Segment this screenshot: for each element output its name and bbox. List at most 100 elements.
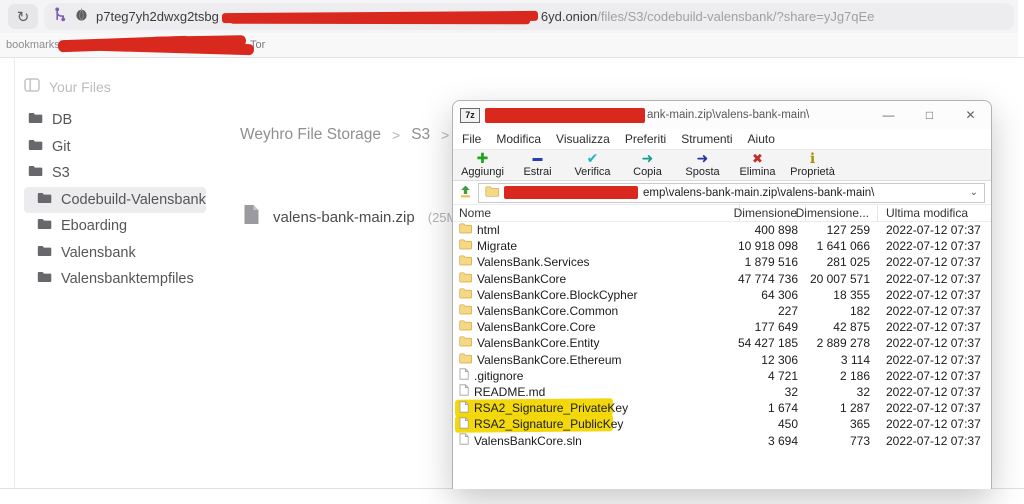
table-row[interactable]: RSA2_Signature_PublicKey4503652022-07-12… xyxy=(453,416,991,432)
toolbar-button-propriet[interactable]: ℹProprietà xyxy=(785,151,840,180)
file-name: .gitignore xyxy=(474,369,523,383)
table-row[interactable]: Migrate10 918 0981 641 0662022-07-12 07:… xyxy=(453,238,991,254)
cell-packed-size: 2 889 278 xyxy=(806,335,878,351)
cell-name: ValensBankCore.Entity xyxy=(453,335,740,351)
sidebar-title: Your Files xyxy=(49,79,111,95)
cell-size: 54 427 185 xyxy=(740,335,806,351)
cell-size: 47 774 736 xyxy=(740,271,806,287)
toolbar-button-label: Sposta xyxy=(685,166,719,178)
browser-toolbar: ↻ p7teg7yh2dwxg2tsbg6yd.onion/files/S3/c… xyxy=(0,0,1018,33)
file-name[interactable]: valens-bank-main.zip xyxy=(273,209,415,226)
file-name: ValensBankCore.Core xyxy=(477,320,596,334)
table-row[interactable]: RSA2_Signature_PrivateKey1 6741 2872022-… xyxy=(453,400,991,416)
table-row[interactable]: README.md32322022-07-12 07:37 xyxy=(453,384,991,400)
toolbar-button-label: Proprietà xyxy=(790,166,835,178)
path-redaction-marker xyxy=(504,186,638,199)
table-row[interactable]: ValensBankCore.BlockCypher64 30618 35520… xyxy=(453,287,991,303)
table-row[interactable]: ValensBankCore.Core177 64942 8752022-07-… xyxy=(453,319,991,335)
table-row[interactable]: ValensBankCore47 774 73620 007 5712022-0… xyxy=(453,271,991,287)
sidebar-items: DBGitS3Codebuild-ValensbankEboarding Vale… xyxy=(24,107,206,293)
reload-button[interactable]: ↻ xyxy=(8,4,38,29)
minimize-button[interactable]: — xyxy=(868,101,909,129)
cell-name: ValensBankCore.sln xyxy=(453,432,740,448)
onion-site-icon[interactable] xyxy=(75,7,88,26)
sidebar-item-label: Valensbank xyxy=(61,245,136,261)
cell-packed-size: 18 355 xyxy=(806,287,878,303)
tor-circuit-icon[interactable] xyxy=(54,7,67,27)
sidebar-item-valensbanktempfiles[interactable]: Valensbanktempfiles xyxy=(24,266,206,293)
toolbar-button-label: Aggiungi xyxy=(461,166,504,178)
cell-size: 227 xyxy=(740,303,806,319)
table-row[interactable]: ValensBankCore.sln3 6947732022-07-12 07:… xyxy=(453,432,991,448)
close-button[interactable]: ✕ xyxy=(950,101,991,129)
sidebar-item-codebuild-valensbank[interactable]: Codebuild-Valensbank xyxy=(24,187,206,214)
table-row[interactable]: html400 898127 2592022-07-12 07:37 xyxy=(453,222,991,238)
sidebar-item-db[interactable]: DB xyxy=(24,107,206,134)
copy-arrow-icon: ➜ xyxy=(642,151,654,166)
menu-item-aiuto[interactable]: Aiuto xyxy=(748,132,775,146)
cell-modified: 2022-07-12 07:37 xyxy=(878,368,991,384)
table-row[interactable]: .gitignore4 7212 1862022-07-12 07:37 xyxy=(453,368,991,384)
address-row: emp\valens-bank-main.zip\valens-bank-mai… xyxy=(453,181,991,205)
sidebar-item-eboarding[interactable]: Eboarding xyxy=(24,213,206,240)
toolbar-button-copia[interactable]: ➜Copia xyxy=(620,151,675,180)
column-header-nome[interactable]: Nome xyxy=(453,205,740,221)
chevron-down-icon[interactable]: ⌄ xyxy=(970,187,978,198)
menu-item-modifica[interactable]: Modifica xyxy=(496,132,541,146)
toolbar-button-elimina[interactable]: ✖Elimina xyxy=(730,151,785,180)
sevenzip-titlebar[interactable]: 7z ank-main.zip\valens-bank-main\ —□✕ xyxy=(453,101,991,129)
folder-icon xyxy=(459,320,472,334)
table-row[interactable]: ValensBank.Services1 879 516281 0252022-… xyxy=(453,254,991,270)
file-name: README.md xyxy=(474,385,545,399)
menu-item-file[interactable]: File xyxy=(462,132,481,146)
folder-icon xyxy=(459,239,472,253)
cell-modified: 2022-07-12 07:37 xyxy=(878,222,991,238)
address-bar[interactable]: p7teg7yh2dwxg2tsbg6yd.onion/files/S3/cod… xyxy=(44,3,1014,30)
file-name: ValensBankCore.Entity xyxy=(477,336,600,350)
file-icon xyxy=(459,401,469,416)
panel-toggle-icon[interactable] xyxy=(24,78,40,95)
toolbar-button-sposta[interactable]: ➜Sposta xyxy=(675,151,730,180)
menu-item-visualizza[interactable]: Visualizza xyxy=(556,132,610,146)
breadcrumb-item-s3[interactable]: S3 xyxy=(411,126,430,144)
cell-size: 1 674 xyxy=(740,400,806,416)
sidebar-item-valensbank[interactable]: Valensbank xyxy=(24,240,206,267)
cell-packed-size: 32 xyxy=(806,384,878,400)
sidebar-item-git[interactable]: Git xyxy=(24,134,206,161)
table-row[interactable]: ValensBankCore.Entity 54 427 1852 889 278… xyxy=(453,335,991,351)
cell-name: ValensBankCore.Common xyxy=(453,303,740,319)
menu-item-preferiti[interactable]: Preferiti xyxy=(625,132,666,146)
cell-packed-size: 1 641 066 xyxy=(806,238,878,254)
toolbar-button-label: Estrai xyxy=(523,166,551,178)
folder-icon xyxy=(485,186,499,200)
cell-packed-size: 182 xyxy=(806,303,878,319)
archive-path-combobox[interactable]: emp\valens-bank-main.zip\valens-bank-mai… xyxy=(478,183,985,203)
column-header-dimensione[interactable]: Dimensione... xyxy=(806,205,878,221)
maximize-button[interactable]: □ xyxy=(909,101,950,129)
storage-file-row[interactable]: valens-bank-main.zip (25MB) xyxy=(243,204,470,230)
column-header-ultima-modifica[interactable]: Ultima modifica xyxy=(878,205,991,221)
sidebar-item-s3[interactable]: S3 xyxy=(24,160,206,187)
toolbar-button-verifica[interactable]: ✔Verifica xyxy=(565,151,620,180)
cell-name: ValensBank.Services xyxy=(453,254,740,270)
cell-packed-size: 3 114 xyxy=(806,352,878,368)
cell-name: RSA2_Signature_PublicKey xyxy=(453,416,740,432)
toolbar-button-estrai[interactable]: ▬Estrai xyxy=(510,151,565,180)
folder-icon xyxy=(459,336,472,350)
menu-item-strumenti[interactable]: Strumenti xyxy=(681,132,732,146)
file-name: ValensBankCore xyxy=(477,272,566,286)
breadcrumb-item-weyhro-file-storage[interactable]: Weyhro File Storage xyxy=(240,126,381,144)
file-name: html xyxy=(477,223,500,237)
sidebar-item-label: Valensbanktempfiles xyxy=(61,271,194,287)
file-name: ValensBank.Services xyxy=(477,255,590,269)
window-title: ank-main.zip\valens-bank-main\ xyxy=(647,109,809,121)
table-row[interactable]: ValensBankCore.Common2271822022-07-12 07… xyxy=(453,303,991,319)
up-one-level-icon[interactable] xyxy=(459,185,472,201)
zip-file-icon xyxy=(243,204,260,230)
toolbar-button-aggiungi[interactable]: ✚Aggiungi xyxy=(455,151,510,180)
file-name: RSA2_Signature_PublicKey xyxy=(474,417,623,431)
table-row[interactable]: ValensBankCore.Ethereum12 3063 1142022-0… xyxy=(453,352,991,368)
cell-size: 12 306 xyxy=(740,352,806,368)
folder-icon xyxy=(28,112,43,128)
folder-icon xyxy=(459,255,472,269)
